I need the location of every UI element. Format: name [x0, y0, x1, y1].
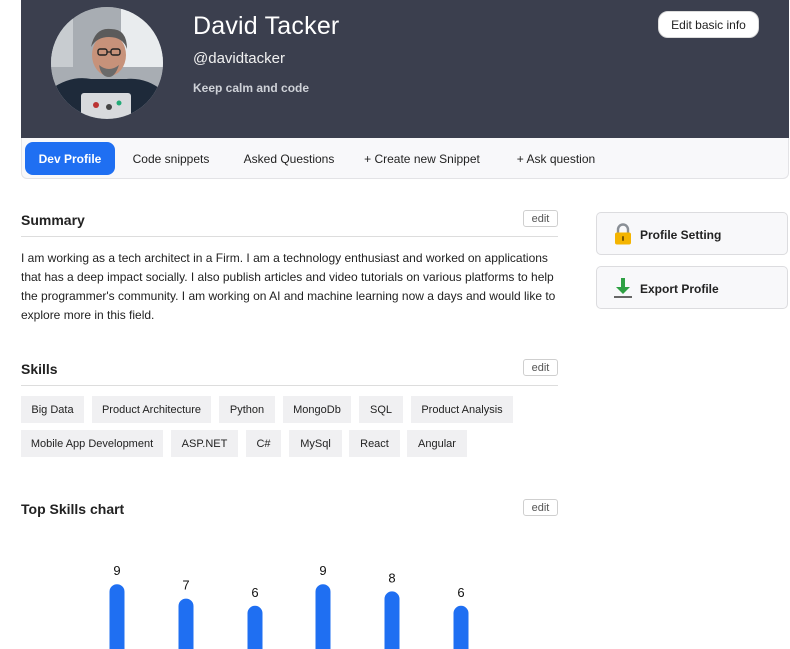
- tab-asked-questions[interactable]: Asked Questions: [232, 142, 346, 175]
- profile-setting-button[interactable]: Profile Setting: [596, 212, 788, 255]
- tab-ask-question[interactable]: + Ask question: [506, 142, 606, 175]
- profile-tagline: Keep calm and code: [193, 81, 310, 95]
- skills-title: Skills: [21, 361, 58, 377]
- top-skills-chart: 9 7 6 9 8 6: [109, 563, 469, 649]
- tab-dev-profile[interactable]: Dev Profile: [25, 142, 115, 175]
- chart-data-label: 6: [251, 585, 258, 600]
- skill-chip: React: [349, 430, 400, 457]
- chart-bar: [315, 584, 331, 649]
- summary-title: Summary: [21, 212, 85, 228]
- download-icon: [613, 277, 633, 299]
- chart-data-label: 8: [388, 570, 395, 585]
- chart-bar: [453, 605, 469, 649]
- chart-bar: [178, 598, 194, 649]
- chart-data-label: 7: [182, 578, 189, 593]
- export-profile-label: Export Profile: [640, 281, 719, 296]
- lock-icon: [613, 223, 633, 245]
- chart-bar: [247, 605, 263, 649]
- skill-chip: MongoDb: [283, 396, 351, 423]
- skill-chip: C#: [246, 430, 281, 457]
- profile-name: David Tacker: [193, 12, 340, 40]
- skill-chip: MySql: [289, 430, 342, 457]
- skill-chip: Big Data: [21, 396, 84, 423]
- skill-chip: Mobile App Development: [21, 430, 163, 457]
- top-skills-edit-button[interactable]: edit: [523, 499, 558, 516]
- avatar: [51, 7, 163, 119]
- profile-setting-label: Profile Setting: [640, 227, 722, 242]
- chart-data-label: 6: [457, 585, 464, 600]
- profile-tabs: Dev Profile Code snippets Asked Question…: [21, 138, 789, 179]
- chart-data-label: 9: [319, 563, 326, 578]
- skill-chip: Product Architecture: [92, 396, 211, 423]
- chart-bar: [109, 584, 125, 649]
- tab-code-snippets[interactable]: Code snippets: [122, 142, 220, 175]
- skills-edit-button[interactable]: edit: [523, 359, 558, 376]
- summary-divider: [21, 236, 558, 237]
- summary-edit-button[interactable]: edit: [523, 210, 558, 227]
- edit-basic-info-button[interactable]: Edit basic info: [658, 11, 759, 38]
- skill-chip: Python: [219, 396, 275, 423]
- profile-handle: @davidtacker: [193, 50, 285, 67]
- summary-text: I am working as a tech architect in a Fi…: [21, 251, 556, 322]
- skill-chip: ASP.NET: [171, 430, 238, 457]
- tab-create-snippet[interactable]: + Create new Snippet: [358, 142, 486, 175]
- export-profile-button[interactable]: Export Profile: [596, 266, 788, 309]
- avatar-photo: [51, 7, 163, 119]
- top-skills-title: Top Skills chart: [21, 501, 125, 517]
- skills-divider: [21, 385, 558, 386]
- profile-header: David Tacker @davidtacker Keep calm and …: [21, 0, 789, 138]
- skill-chip: Angular: [407, 430, 467, 457]
- skill-chip: SQL: [359, 396, 403, 423]
- chart-data-label: 9: [113, 563, 120, 578]
- chart-bar: [384, 591, 400, 649]
- skill-chip: Product Analysis: [411, 396, 513, 423]
